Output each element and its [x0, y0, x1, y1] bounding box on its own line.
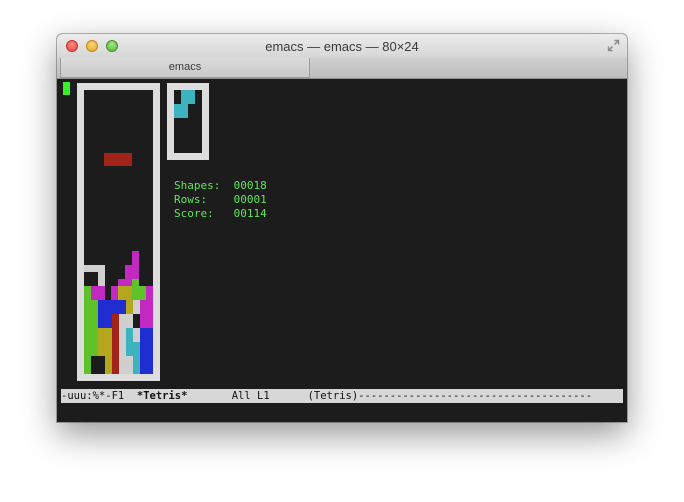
falling-piece	[104, 153, 132, 166]
next-piece-preview	[167, 83, 209, 160]
shapes-value: 00018	[233, 179, 267, 192]
tab-emacs[interactable]: emacs	[60, 58, 310, 78]
score-value: 00114	[233, 207, 267, 220]
tab-bar: emacs	[57, 58, 627, 79]
score-label: Score:	[174, 207, 214, 220]
emacs-window: emacs — emacs — 80×24 emacs Shapes: 0001…	[57, 34, 627, 422]
modeline-buffer-name: *Tetris*	[136, 390, 188, 402]
window-title: emacs — emacs — 80×24	[265, 39, 419, 54]
shapes-label: Shapes:	[174, 179, 221, 192]
score-panel: Shapes: 00018 Rows: 00001 Score: 00114	[174, 179, 267, 221]
fullscreen-icon[interactable]	[607, 39, 620, 52]
tetris-display	[77, 83, 209, 381]
modeline-position: All L1	[231, 390, 270, 402]
rows-value: 00001	[233, 193, 267, 206]
modeline-mode: (Tetris)	[307, 390, 359, 402]
title-bar[interactable]: emacs — emacs — 80×24	[57, 34, 627, 58]
tetris-well	[77, 83, 160, 381]
modeline-status: -uuu:%*-F1	[61, 390, 125, 402]
mode-line: -uuu:%*-F1 *Tetris* All L1 (Tetris)-----…	[61, 389, 623, 403]
rows-label: Rows:	[174, 193, 208, 206]
terminal-area[interactable]: Shapes: 00018 Rows: 00001 Score: 00114 -…	[57, 79, 627, 422]
modeline-fill: -------------------------------------	[358, 390, 593, 402]
